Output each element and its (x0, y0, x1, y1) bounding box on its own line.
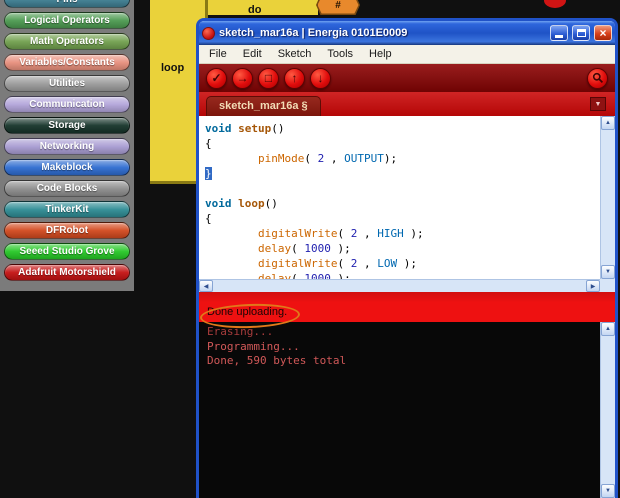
serial-monitor-button[interactable] (587, 67, 608, 89)
close-button[interactable]: × (594, 25, 612, 41)
titlebar[interactable]: sketch_mar16a | Energia 0101E0009 × (199, 21, 615, 45)
menu-help[interactable]: Help (361, 46, 400, 62)
code-line: { (205, 137, 212, 150)
console-scroll-up-icon[interactable]: ▲ (601, 322, 615, 336)
window-title: sketch_mar16a | Energia 0101E0009 (219, 27, 408, 39)
console-line: Erasing... (207, 325, 274, 338)
background-red-button (544, 0, 566, 8)
loop-block-top[interactable]: do (208, 0, 318, 16)
number-block[interactable]: # (316, 0, 360, 15)
new-button[interactable]: □ (258, 67, 279, 89)
code-line: { (205, 212, 212, 225)
palette-networking[interactable]: Networking (4, 138, 130, 155)
minimize-button[interactable] (550, 25, 568, 41)
maximize-button[interactable] (572, 25, 590, 41)
console-scrollbar[interactable]: ▲ ▼ (600, 322, 615, 498)
menubar: File Edit Sketch Tools Help (199, 45, 615, 64)
status-message: Done uploading. (207, 306, 288, 318)
status-bar: Done uploading. (199, 292, 615, 330)
scroll-left-icon[interactable]: ◀ (199, 280, 213, 292)
menu-sketch[interactable]: Sketch (270, 46, 320, 62)
code-line: } (205, 167, 212, 180)
palette-tinkerkit[interactable]: TinkerKit (4, 201, 130, 218)
tabbar: sketch_mar16a § ▼ (199, 92, 615, 116)
console-scroll-down-icon[interactable]: ▼ (601, 484, 615, 498)
palette-seeed-studio-grove[interactable]: Seeed Studio Grove (4, 243, 130, 260)
verify-button[interactable]: ✓ (206, 67, 227, 89)
console-output: Erasing... Programming... Done, 590 bytes … (199, 322, 615, 498)
code-line: digitalWrite( 2 , LOW ); (257, 257, 417, 270)
toolbar: ✓ → □ ↑ ↓ (199, 64, 615, 92)
tab-menu-button[interactable]: ▼ (590, 97, 606, 111)
console-line: Done, 590 bytes total (207, 354, 347, 367)
code-line: void loop() (205, 197, 278, 210)
scrollbar-corner (600, 279, 615, 292)
magnifier-icon (592, 72, 603, 84)
palette-adafruit-motorshield[interactable]: Adafruit Motorshield (4, 264, 130, 281)
code-line: digitalWrite( 2 , HIGH ); (257, 227, 424, 240)
palette-communication[interactable]: Communication (4, 96, 130, 113)
palette-storage[interactable]: Storage (4, 117, 130, 134)
palette-math-operators[interactable]: Math Operators (4, 33, 130, 50)
code-line: void setup() (205, 122, 285, 135)
palette-utilities[interactable]: Utilities (4, 75, 130, 92)
code-line: pinMode( 2 , OUTPUT); (257, 152, 398, 165)
block-palette: Pins Logical Operators Math Operators Varia… (0, 0, 134, 291)
energia-window: sketch_mar16a | Energia 0101E0009 × File… (196, 18, 618, 498)
console-lines: Erasing... Programming... Done, 590 bytes … (207, 325, 597, 369)
code-text[interactable]: void setup() { pinMode( 2 , OUTPUT);} voi… (199, 116, 600, 279)
loop-block-label: loop (161, 62, 185, 74)
menu-tools[interactable]: Tools (319, 46, 361, 62)
palette-code-blocks[interactable]: Code Blocks (4, 180, 130, 197)
menu-edit[interactable]: Edit (235, 46, 270, 62)
palette-variables-constants[interactable]: Variables/Constants (4, 54, 130, 71)
open-button[interactable]: ↑ (284, 67, 305, 89)
palette-pins[interactable]: Pins (4, 0, 130, 8)
palette-logical-operators[interactable]: Logical Operators (4, 12, 130, 29)
palette-dfrobot[interactable]: DFRobot (4, 222, 130, 239)
maximize-icon (576, 29, 586, 37)
number-block-label: # (317, 0, 359, 14)
desktop: Pins Logical Operators Math Operators Varia… (0, 0, 620, 498)
vertical-scrollbar[interactable]: ▲ ▼ (600, 116, 615, 279)
minimize-icon (555, 35, 563, 38)
palette-makeblock[interactable]: Makeblock (4, 159, 130, 176)
energia-icon (202, 26, 215, 40)
save-button[interactable]: ↓ (310, 67, 331, 89)
menu-file[interactable]: File (201, 46, 235, 62)
code-editor[interactable]: void setup() { pinMode( 2 , OUTPUT);} voi… (199, 116, 615, 292)
do-label: do (248, 4, 262, 16)
horizontal-scrollbar[interactable]: ◀ ▶ (199, 279, 600, 292)
upload-button[interactable]: → (232, 67, 253, 89)
code-line: delay( 1000 ); (257, 272, 351, 279)
console-line: Programming... (207, 339, 300, 353)
tab-sketch[interactable]: sketch_mar16a § (206, 96, 321, 116)
code-line: delay( 1000 ); (257, 242, 351, 255)
scroll-down-icon[interactable]: ▼ (601, 265, 615, 279)
scroll-right-icon[interactable]: ▶ (586, 280, 600, 292)
scroll-up-icon[interactable]: ▲ (601, 116, 615, 130)
